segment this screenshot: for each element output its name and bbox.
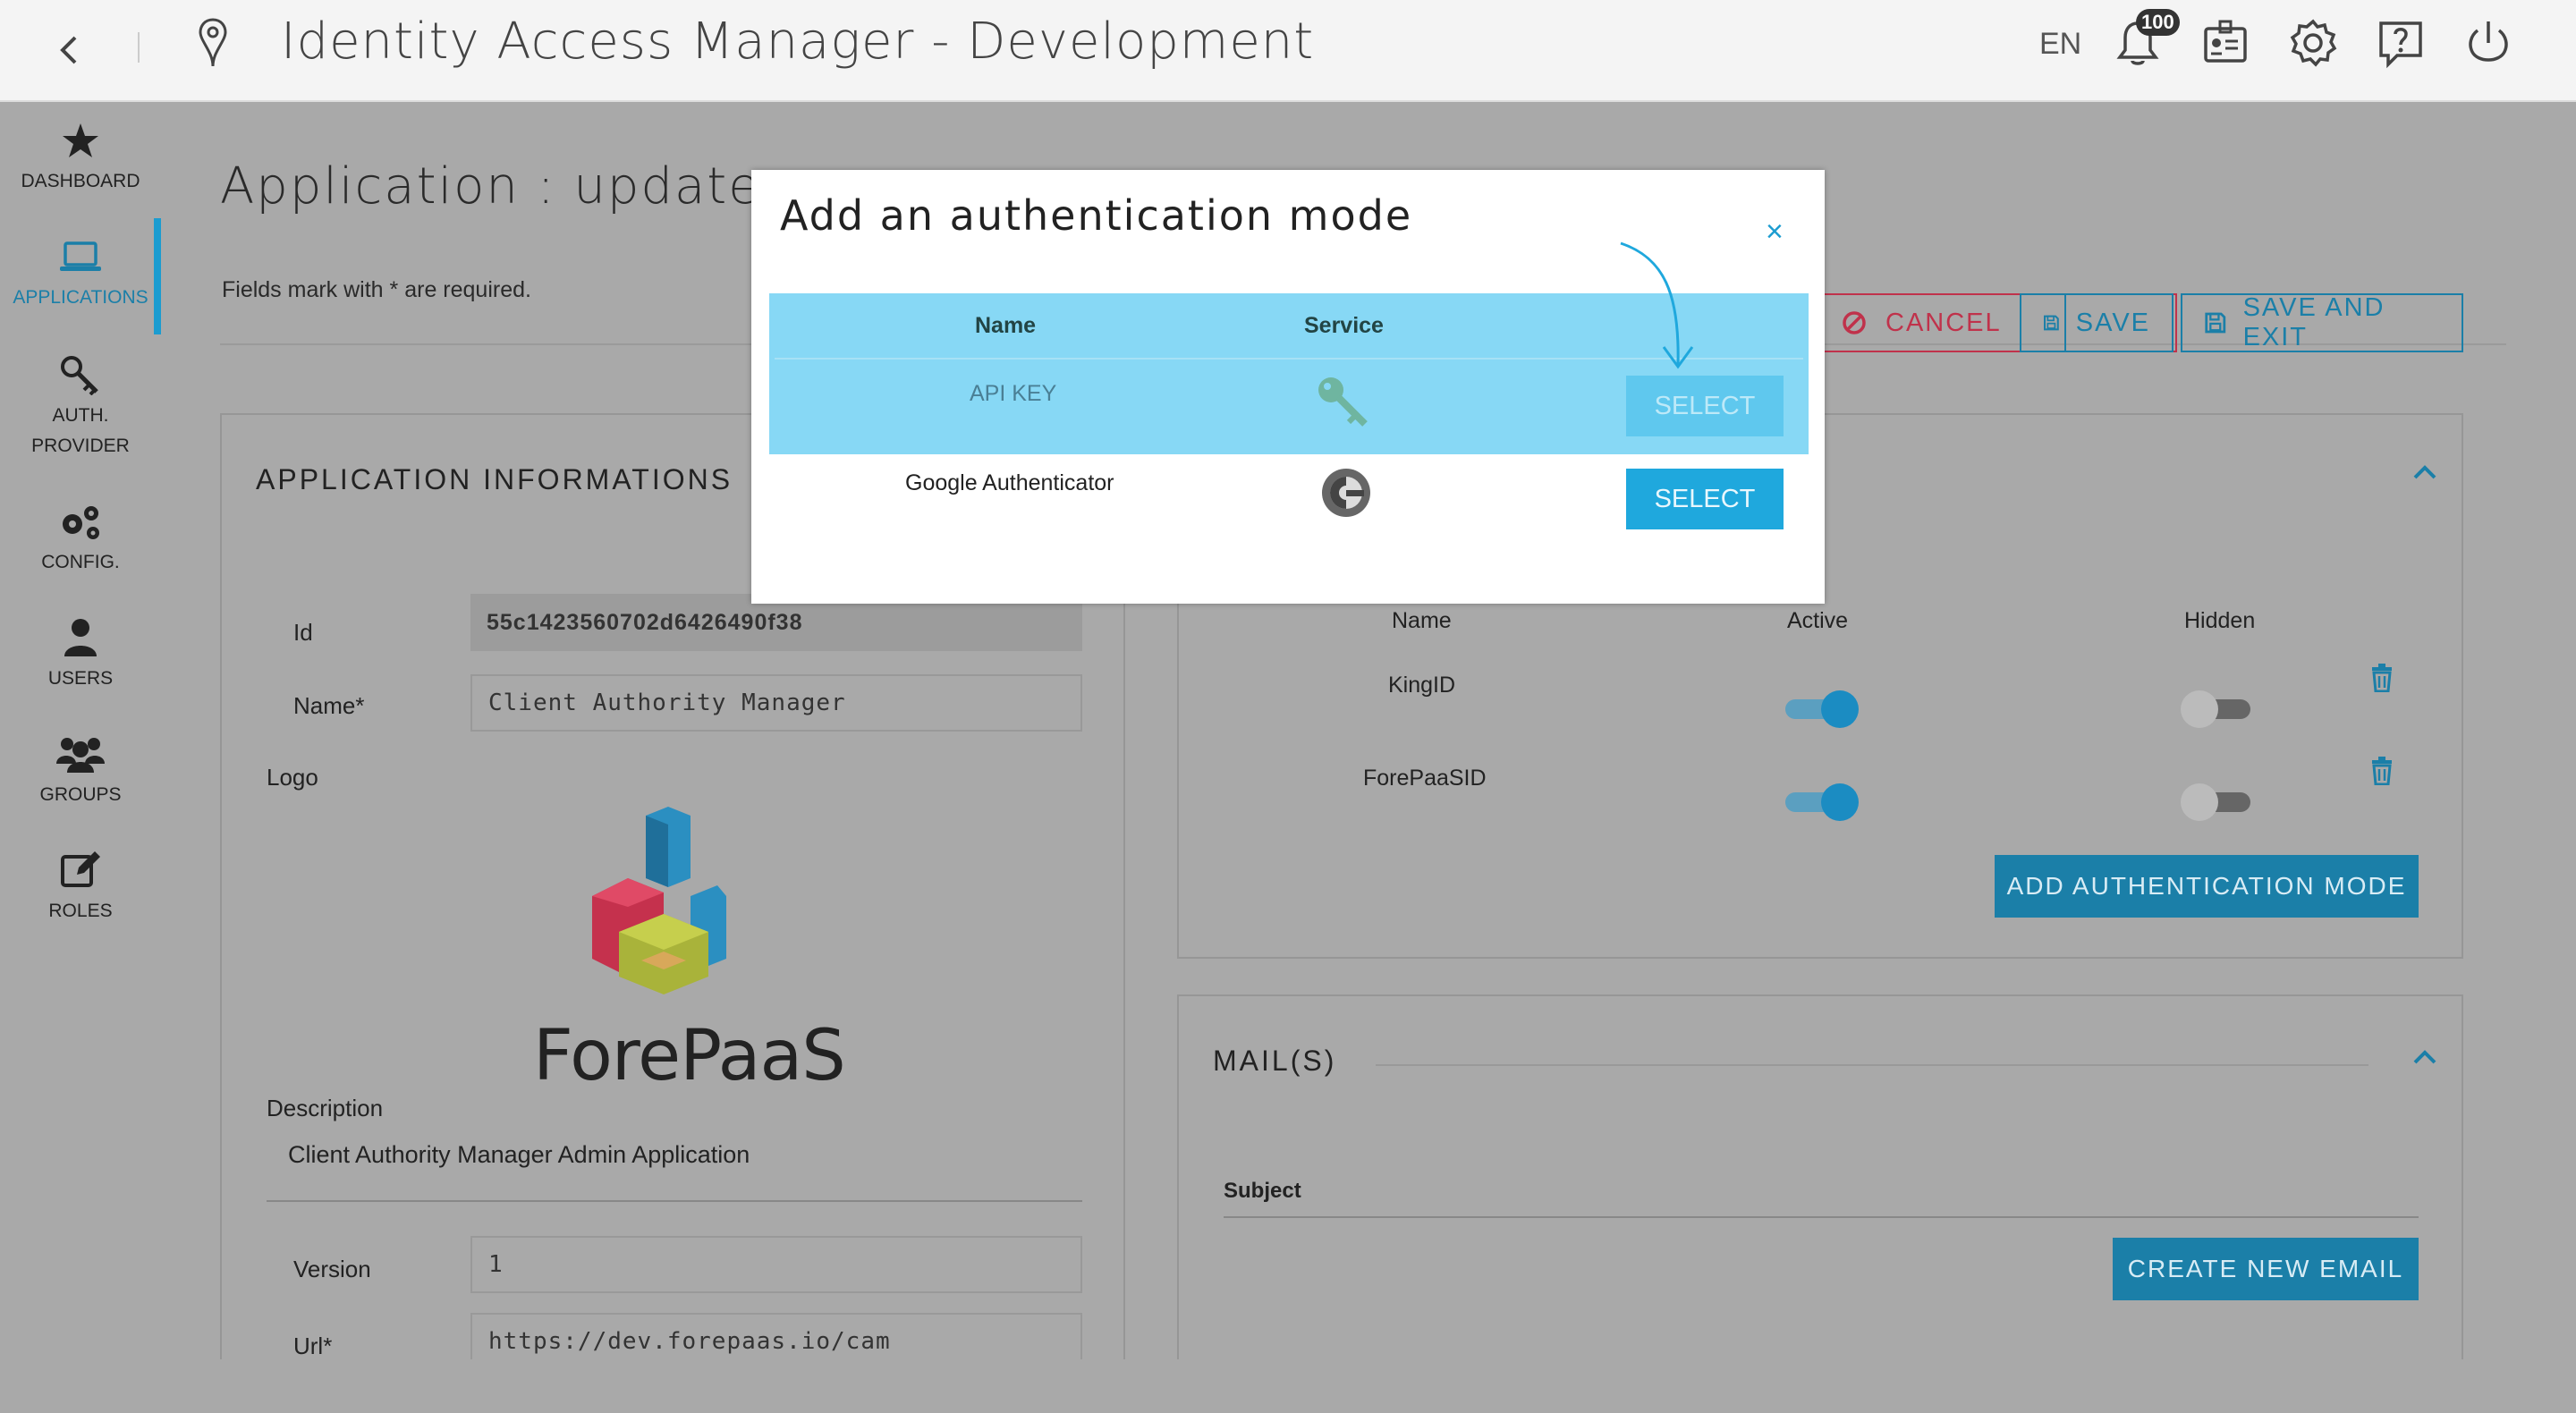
hidden-toggle[interactable] [2181,782,2252,821]
col-hidden-header: Hidden [2184,608,2256,633]
add-authentication-mode-dialog: Add an authentication mode × Name Servic… [751,170,1825,604]
sidebar-item-label-2: PROVIDER [31,436,130,456]
edit-icon [61,851,100,887]
version-label: Version [293,1256,371,1282]
col-active-header: Active [1787,608,1849,633]
sidebar-item-label: CONFIG. [41,552,120,572]
save-button[interactable]: SAVE [2020,293,2174,352]
sidebar-item-label: GROUPS [39,784,122,805]
version-field[interactable]: 1 [470,1236,1082,1293]
description-label: Description [267,1095,384,1121]
save-label: SAVE [2075,308,2150,337]
auth-option-name: Google Authenticator [905,470,1114,495]
group-icon [56,738,105,773]
forepaas-logo-icon [592,807,726,994]
required-note: Fields mark with * are required. [222,277,531,302]
subject-header: Subject [1224,1179,1301,1203]
floppy-disk-icon [2205,312,2226,334]
col-name-header: Name [975,313,1037,338]
save-and-exit-button[interactable]: SAVE AND EXIT [2181,293,2463,352]
sidebar-item-auth-provider[interactable]: AUTH. PROVIDER [0,354,161,461]
laptop-icon [60,241,101,271]
sidebar-item-label: DASHBOARD [21,171,140,191]
create-new-email-button[interactable]: CREATE NEW EMAIL [2113,1238,2419,1300]
user-icon [64,619,97,656]
sidebar-item-config[interactable]: CONFIG. [0,501,161,578]
col-service-header: Service [1304,313,1384,338]
select-button[interactable]: SELECT [1626,376,1784,436]
sidebar-item-dashboard[interactable]: DASHBOARD [0,122,161,197]
sidebar: DASHBOARD APPLICATIONS AUTH. PROVIDER CO… [0,102,161,1359]
chevron-up-icon[interactable] [2411,463,2438,481]
sidebar-item-users[interactable]: USERS [0,617,161,694]
cancel-label: CANCEL [1885,308,2002,337]
star-icon [63,123,98,157]
app-title: Identity Access Manager - Development [281,13,1315,71]
language-selector[interactable]: EN [2039,27,2081,62]
section-title: APPLICATION INFORMATIONS [256,463,733,495]
id-label: Id [293,619,313,646]
divider [1376,1064,2368,1066]
back-chevron-icon[interactable] [52,25,88,75]
sidebar-item-label: ROLES [48,901,113,921]
id-card-icon[interactable] [2199,16,2252,70]
divider [1224,1216,2419,1218]
page-title: Application : update [220,157,761,216]
hidden-toggle[interactable] [2181,689,2252,728]
select-button[interactable]: SELECT [1626,469,1784,529]
divider [138,32,140,63]
help-icon[interactable] [2374,16,2428,70]
gear-icon[interactable] [2286,16,2340,70]
add-authentication-mode-button[interactable]: ADD AUTHENTICATION MODE [1995,855,2419,918]
url-field[interactable]: https://dev.forepaas.io/cam [470,1313,1082,1359]
mails-panel: MAIL(S) Subject CREATE NEW EMAIL [1177,994,2463,1359]
section-title: MAIL(S) [1213,1045,1337,1077]
sidebar-item-applications[interactable]: APPLICATIONS [0,238,161,313]
chevron-up-icon[interactable] [2411,1048,2438,1066]
dialog-title: Add an authentication mode [780,191,1413,240]
logo-label: Logo [267,764,318,791]
active-toggle[interactable] [1785,782,1859,821]
active-toggle[interactable] [1785,689,1859,728]
sidebar-item-label: AUTH. [52,405,109,426]
trash-icon[interactable] [2370,757,2394,785]
power-icon[interactable] [2462,16,2515,70]
key-icon [61,356,98,395]
close-icon[interactable]: × [1766,215,1784,250]
sidebar-item-roles[interactable]: ROLES [0,850,161,926]
name-field[interactable]: Client Authority Manager [470,674,1082,732]
top-bar: Identity Access Manager - Development EN… [0,0,2576,102]
ban-icon [1843,311,1866,334]
floppy-disk-icon [2044,315,2059,331]
save-and-exit-label: SAVE AND EXIT [2242,293,2385,351]
sidebar-item-groups[interactable]: GROUPS [0,733,161,810]
name-label: Name* [293,692,365,719]
google-authenticator-icon [1322,469,1370,517]
auth-option-name: API KEY [970,381,1057,406]
sidebar-item-label: USERS [47,668,114,689]
auth-mode-name: KingID [1388,673,1456,698]
pointer-arrow-icon [1620,241,1694,369]
col-name-header: Name [1392,608,1452,633]
logo-text: ForePaaS [533,1016,846,1096]
gears-icon [63,506,99,539]
key-icon [1318,377,1368,427]
url-label: Url* [293,1333,333,1359]
trash-icon[interactable] [2370,664,2394,692]
sidebar-item-label: APPLICATIONS [13,287,148,308]
location-pin-icon [199,18,227,67]
notification-badge: 100 [2136,9,2180,36]
auth-mode-name: ForePaaSID [1363,766,1487,791]
description-field[interactable]: Client Authority Manager Admin Applicati… [267,1130,1082,1202]
